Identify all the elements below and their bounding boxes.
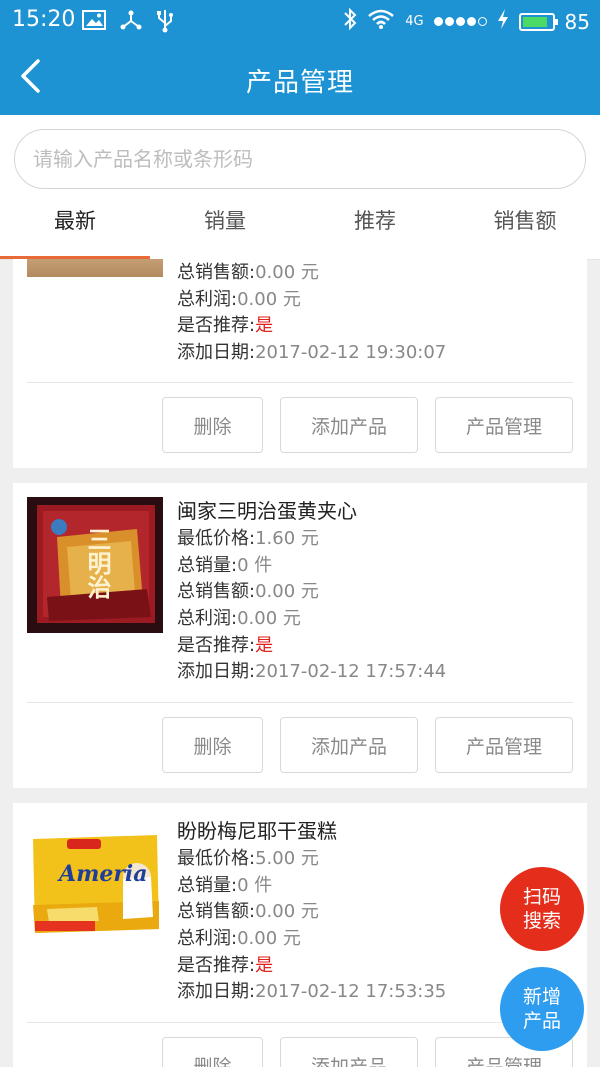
added-date-value: 2017-02-12 19:30:07	[255, 342, 447, 364]
added-date-value: 2017-02-12 17:53:35	[255, 981, 447, 1003]
recommended-label: 是否推荐:	[177, 634, 256, 656]
recommended-label: 是否推荐:	[177, 954, 256, 976]
total-revenue-value: 0.00 元	[255, 581, 319, 603]
card-divider	[27, 702, 573, 703]
status-icons-left	[82, 9, 174, 37]
total-revenue-label: 总销售额:	[177, 581, 256, 603]
total-profit-value: 0.00 元	[237, 608, 301, 630]
product-image: 三明治	[27, 497, 163, 633]
recommended-value: 是	[255, 315, 274, 337]
added-date-label: 添加日期:	[177, 661, 256, 683]
charging-icon	[497, 8, 509, 35]
scan-search-button[interactable]: 扫码 搜索	[500, 867, 584, 951]
product-info: 盼盼梅尼耶干蛋糕 最低价格:5.00 元 总销量:0 件 总销售额:0.00 元…	[177, 816, 446, 1006]
total-profit-label: 总利润:	[177, 288, 238, 310]
new-product-label-line2: 产品	[522, 1010, 561, 1032]
recommended-value: 是	[255, 954, 274, 976]
add-product-button[interactable]: 添加产品	[280, 397, 418, 453]
tab-sales[interactable]: 销量	[150, 193, 300, 259]
search-bar	[0, 115, 600, 193]
delete-button[interactable]: 删除	[162, 717, 263, 773]
added-date-label: 添加日期:	[177, 981, 256, 1003]
battery-level: 85	[564, 9, 590, 34]
add-product-button[interactable]: 添加产品	[280, 717, 418, 773]
wifi-icon	[367, 8, 395, 35]
usb-icon	[156, 9, 174, 37]
status-time: 15:20	[12, 7, 76, 32]
search-input[interactable]	[14, 129, 586, 189]
total-revenue-label: 总销售额:	[177, 901, 256, 923]
total-revenue-label: 总销售额:	[177, 262, 256, 283]
status-icons-right: 4G 85	[343, 7, 590, 36]
product-info: 闽家三明治蛋黄夹心 最低价格:1.60 元 总销量:0 件 总销售额:0.00 …	[177, 496, 446, 686]
page-title: 产品管理	[245, 68, 354, 98]
new-product-label-line1: 新增	[522, 986, 561, 1008]
product-card: 三明治 闽家三明治蛋黄夹心 最低价格:1.60 元 总销量:0 件 总销售额:0…	[13, 483, 587, 788]
product-info: 总销售额:0.00 元 总利润:0.00 元 是否推荐:是 添加日期:2017-…	[177, 260, 446, 367]
product-image	[27, 259, 163, 277]
total-sales-label: 总销量:	[177, 554, 238, 576]
scan-search-label-line1: 扫码	[522, 886, 561, 908]
network-type: 4G	[405, 14, 424, 29]
product-image-text: Ameria	[59, 861, 148, 887]
tab-latest[interactable]: 最新	[0, 193, 150, 259]
product-name: 盼盼梅尼耶干蛋糕	[177, 819, 337, 843]
tab-revenue[interactable]: 销售额	[450, 193, 600, 259]
battery-icon	[518, 12, 558, 31]
add-product-button[interactable]: 添加产品	[280, 1037, 418, 1067]
card-divider	[27, 382, 573, 383]
product-card: 总销售额:0.00 元 总利润:0.00 元 是否推荐:是 添加日期:2017-…	[13, 259, 587, 468]
added-date-value: 2017-02-12 17:57:44	[255, 661, 447, 683]
usb-share-icon	[120, 9, 142, 37]
total-profit-label: 总利润:	[177, 928, 238, 950]
total-revenue-value: 0.00 元	[255, 262, 319, 283]
manage-product-button[interactable]: 产品管理	[435, 717, 573, 773]
min-price-value: 5.00 元	[255, 848, 319, 869]
manage-product-button[interactable]: 产品管理	[435, 397, 573, 453]
bluetooth-icon	[343, 7, 357, 36]
total-sales-value: 0 件	[237, 554, 273, 576]
delete-button[interactable]: 删除	[162, 397, 263, 453]
min-price-label: 最低价格:	[177, 848, 256, 869]
product-image-text: 三明治	[83, 527, 111, 599]
product-list[interactable]: 总销售额:0.00 元 总利润:0.00 元 是否推荐:是 添加日期:2017-…	[0, 259, 600, 1067]
total-sales-value: 0 件	[237, 874, 273, 896]
image-icon	[82, 9, 106, 37]
delete-button[interactable]: 删除	[162, 1037, 263, 1067]
new-product-button[interactable]: 新增 产品	[500, 967, 584, 1051]
total-profit-label: 总利润:	[177, 608, 238, 630]
total-profit-value: 0.00 元	[237, 288, 301, 310]
product-image: Ameria	[27, 817, 163, 953]
total-revenue-value: 0.00 元	[255, 901, 319, 923]
recommended-label: 是否推荐:	[177, 315, 256, 337]
signal-dots-icon	[433, 17, 487, 26]
min-price-value: 1.60 元	[255, 528, 319, 549]
product-card: Ameria 盼盼梅尼耶干蛋糕 最低价格:5.00 元 总销量:0 件 总销售额…	[13, 803, 587, 1067]
product-name: 闽家三明治蛋黄夹心	[177, 499, 357, 523]
total-profit-value: 0.00 元	[237, 928, 301, 950]
card-divider	[27, 1022, 573, 1023]
total-sales-label: 总销量:	[177, 874, 238, 896]
sort-tabs: 最新 销量 推荐 销售额	[0, 193, 600, 260]
added-date-label: 添加日期:	[177, 342, 256, 364]
status-bar: 15:20 4G 85	[0, 0, 600, 42]
scan-search-label-line2: 搜索	[522, 910, 561, 932]
recommended-value: 是	[255, 634, 274, 656]
min-price-label: 最低价格:	[177, 528, 256, 549]
tab-recommended[interactable]: 推荐	[300, 193, 450, 259]
app-header: 产品管理	[0, 42, 600, 115]
